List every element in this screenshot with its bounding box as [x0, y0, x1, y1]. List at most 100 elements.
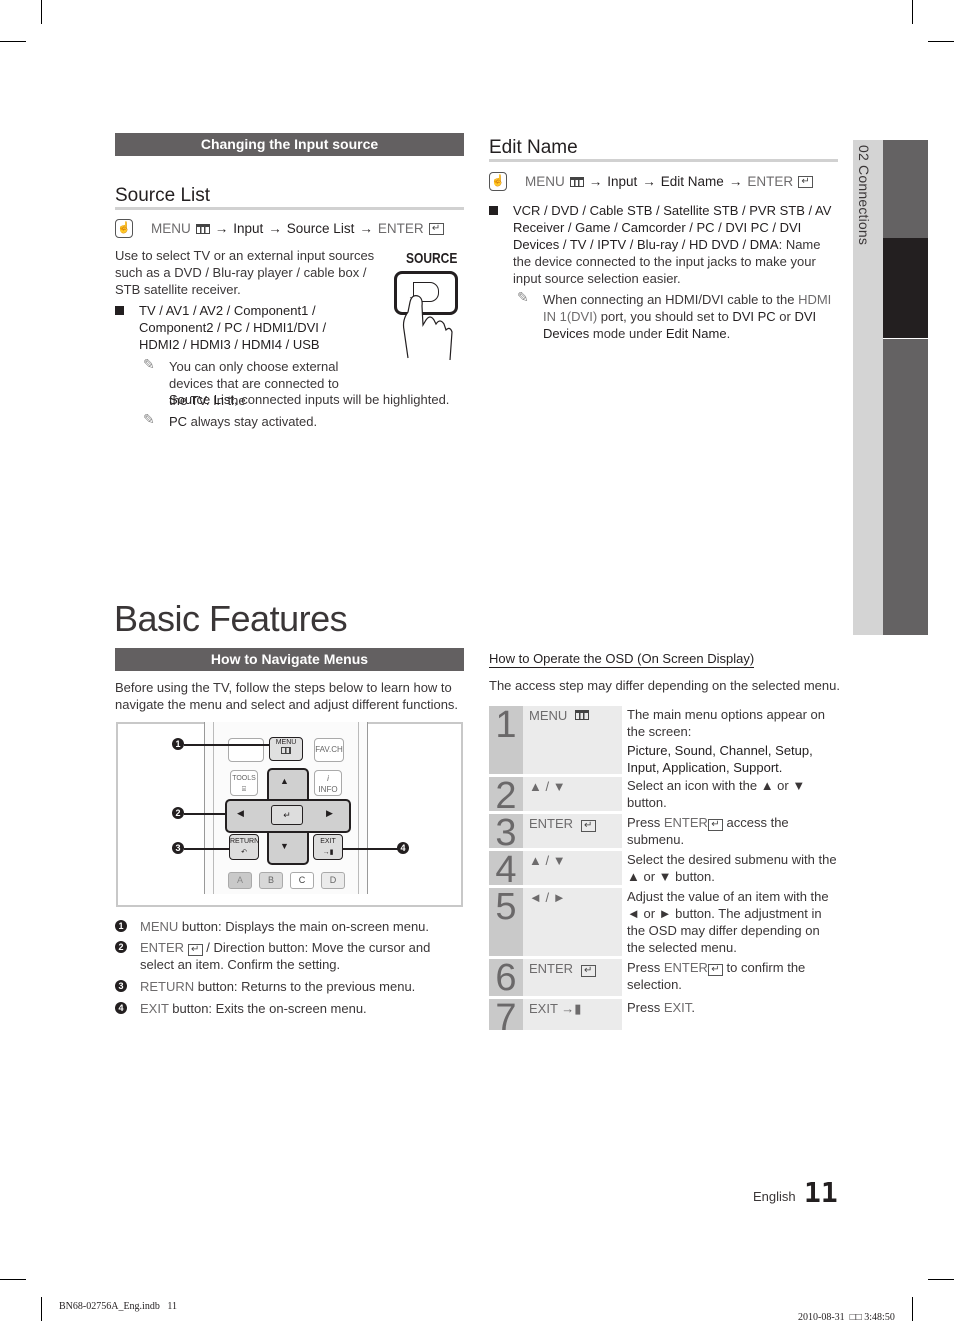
page-title: Basic Features: [114, 598, 348, 639]
side-tab-label: 02 Connections: [856, 145, 872, 246]
note-pencil-icon: ✎: [143, 356, 155, 372]
legend-number: 1: [115, 920, 127, 932]
source-list-bullet: TV / AV1 / AV2 / Component1 / Component2…: [139, 303, 327, 352]
note-1-bold: Source List: [169, 392, 235, 407]
source-list-title: Source List: [115, 185, 211, 206]
path-enter: ENTER: [747, 174, 794, 189]
step-description: Select an icon with the ▲ or ▼ button.: [627, 778, 806, 810]
source-list-note-2: PC always stay activated.: [169, 413, 459, 430]
note-pencil-icon: ✎: [517, 289, 529, 305]
key-label: EXIT: [529, 1001, 558, 1016]
side-tab-block: [883, 140, 928, 238]
legend-number: 2: [115, 941, 127, 953]
step-number: 2: [489, 777, 523, 815]
legend-text: button: Returns to the previous menu.: [194, 979, 416, 994]
return-label: RETURN: [230, 838, 260, 845]
enter-icon: ↵: [187, 944, 203, 956]
desc-text: The main menu options appear on the scre…: [627, 707, 826, 739]
remote-hand-icon: ☝: [115, 219, 133, 238]
bullet-icon: [115, 306, 124, 315]
print-garbled: □□: [849, 1312, 862, 1323]
step-key: ENTER ↵: [523, 814, 622, 848]
menu-icon: [195, 223, 210, 234]
path-item: Source List: [286, 221, 355, 236]
osd-step-row: 7 EXIT →▮ Press EXIT.: [489, 999, 838, 1037]
color-button-d: D: [321, 872, 345, 889]
step-key: EXIT →▮: [523, 999, 622, 1030]
enter-icon: ↵: [798, 175, 814, 188]
desc-bold: EXIT: [663, 1000, 692, 1015]
step-key: MENU: [523, 706, 622, 774]
dpad-up-icon: ▲: [280, 776, 289, 786]
source-button-illustration: SOURCE →: [390, 250, 465, 365]
exit-icon: →▮: [561, 1001, 582, 1016]
remote-return-button: RETURN ↶: [229, 834, 259, 860]
color-button-b: B: [259, 872, 283, 889]
path-menu: MENU: [151, 221, 191, 236]
osd-title: How to Operate the OSD (On Screen Displa…: [489, 651, 755, 668]
enter-icon: ↵: [580, 965, 596, 977]
source-list-menu-path: ☝ MENU → Input → Source List → ENTER ↵: [115, 219, 444, 238]
menu-icon: [574, 710, 589, 720]
step-number: 3: [489, 814, 523, 852]
note-text: When connecting an HDMI/DVI cable to the: [543, 292, 799, 307]
exit-label: EXIT: [320, 838, 336, 845]
osd-step-row: 3 ENTER ↵ Press ENTER ↵ access the submen…: [489, 814, 838, 852]
menu-label: MENU: [275, 739, 297, 746]
callout-1: 1: [172, 738, 184, 750]
side-tab-active-block: [883, 238, 928, 338]
arrow-icon: →: [214, 221, 229, 236]
dpad-left-icon: ◀: [237, 808, 244, 818]
bullet-icon: [489, 206, 498, 215]
legend-number: 4: [115, 1002, 127, 1014]
arrow-icon: →: [642, 174, 656, 189]
step-key: ENTER ↵: [523, 959, 622, 996]
step-key: ▲ / ▼: [523, 777, 622, 811]
source-list-note-1-cont: Source List, connected inputs will be hi…: [169, 391, 469, 408]
osd-step-row: 2 ▲ / ▼ Select an icon with the ▲ or ▼ b…: [489, 777, 838, 815]
note-pencil-icon: ✎: [143, 411, 155, 427]
note-text: .: [726, 326, 731, 341]
arrow-icon: →: [268, 221, 282, 236]
legend-bold: EXIT: [140, 1001, 169, 1016]
callout-4: 4: [397, 842, 409, 854]
info-label: INFO: [318, 785, 338, 794]
step-description: Adjust the value of an item with the ◄ o…: [627, 889, 829, 955]
note-bold: DVI PC: [732, 309, 776, 324]
step-key: ▲ / ▼: [523, 851, 622, 885]
path-enter: ENTER: [377, 221, 424, 236]
path-input: Input: [233, 221, 264, 236]
menu-icon: [569, 176, 584, 187]
arrow-icon: →: [588, 174, 603, 189]
callout-line: [184, 848, 230, 850]
callout-line: [184, 813, 226, 815]
note-text: or: [775, 309, 795, 324]
remote-hand-icon: ☝: [489, 172, 507, 191]
callout-2: 2: [172, 807, 184, 819]
osd-step-row: 6 ENTER ↵ Press ENTER ↵ to confirm the se…: [489, 959, 838, 997]
legend-bold: RETURN: [140, 979, 195, 994]
remote-illustration: MENU FAV.CH TOOLS ⌸ i INFO ▲ ▼ ◀ ▶ ↵ RETUR…: [116, 722, 463, 907]
path-menu: MENU: [525, 174, 565, 189]
step-number: 5: [489, 888, 523, 956]
desc-end: .: [778, 760, 783, 775]
step-description: Select the desired submenu with the ▲ or…: [627, 852, 837, 884]
desc-text: Press: [627, 815, 664, 830]
enter-icon: ↵: [428, 222, 444, 235]
dpad-enter-button: ↵: [271, 805, 303, 825]
osd-steps-table: 1 MENU The main menu options appear on t…: [489, 706, 838, 1037]
crop-mark: [912, 0, 913, 24]
remote-exit-button: EXIT →▮: [313, 834, 343, 860]
source-list-description: Use to select TV or an external input so…: [115, 248, 375, 297]
legend-text: button: Exits the on-screen menu.: [168, 1001, 367, 1016]
legend-text: button: Displays the main on-screen menu…: [178, 919, 430, 934]
desc-text: .: [691, 1000, 695, 1015]
remote-info-button: i INFO: [314, 770, 342, 796]
edit-name-bullet: VCR / DVD / Cable STB / Satellite STB / …: [513, 202, 839, 287]
page-number: 11: [804, 1176, 838, 1209]
pointing-hand-icon: [402, 295, 453, 361]
print-time: 3:48:50: [864, 1312, 895, 1323]
step-description: Press EXIT.: [622, 999, 838, 1030]
step-description: Press ENTER ↵ to confirm the selection.: [622, 959, 838, 996]
step-number: 7: [489, 999, 523, 1037]
